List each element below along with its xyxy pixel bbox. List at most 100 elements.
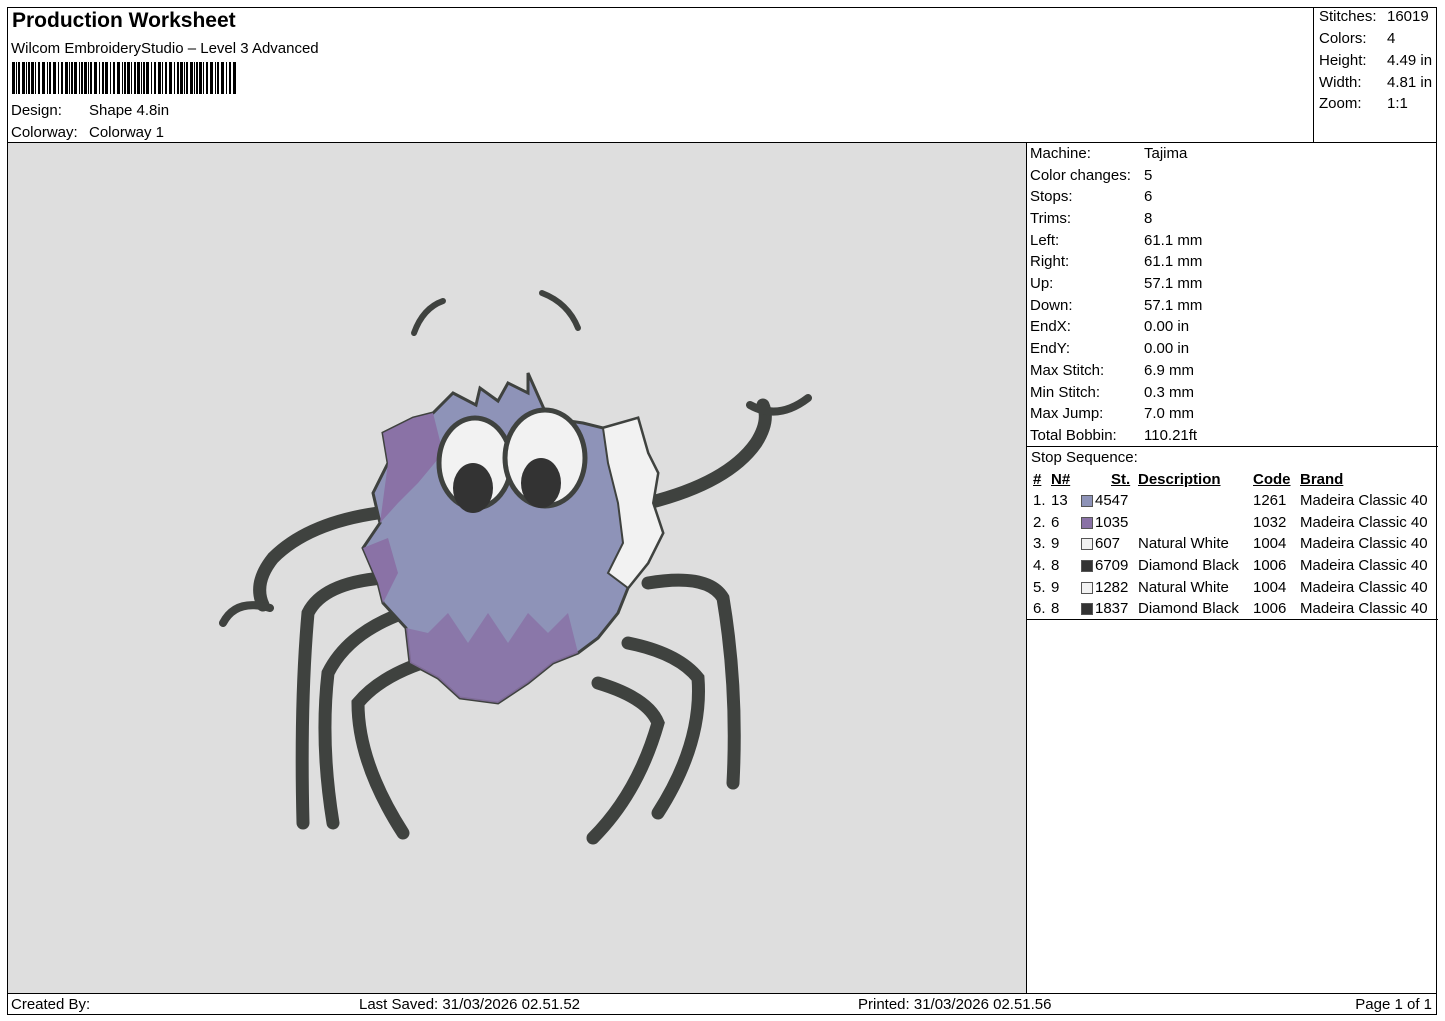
- page-number: Page 1 of 1: [1355, 996, 1432, 1013]
- design-row: Design: Shape 4.8in: [11, 102, 169, 119]
- software-name: Wilcom EmbroideryStudio – Level 3 Advanc…: [11, 40, 319, 57]
- printed-date: Printed: 31/03/2026 02.51.56: [858, 996, 1052, 1013]
- stat-stitches: Stitches: 16019: [1319, 8, 1429, 25]
- barcode-bar: [58, 62, 59, 94]
- barcode-bar: [229, 62, 231, 94]
- stop-sequence-title: Stop Sequence:: [1031, 449, 1138, 466]
- needle-number: 8: [1051, 600, 1060, 617]
- barcode-bar: [74, 62, 77, 94]
- row-number: 6.: [1033, 600, 1046, 617]
- thread-brand: Madeira Classic 40: [1300, 557, 1428, 574]
- barcode-bar: [117, 62, 120, 94]
- color-swatch: [1081, 582, 1093, 594]
- barcode-bar: [199, 62, 202, 94]
- barcode-bar: [137, 62, 140, 94]
- barcode-bar: [124, 62, 126, 94]
- divider: [1027, 619, 1438, 620]
- info-max-stitch: Max Stitch: 6.9 mm: [1030, 362, 1195, 379]
- thread-code: 1006: [1253, 557, 1287, 574]
- barcode-bar: [165, 62, 167, 94]
- col-num: #: [1033, 471, 1042, 488]
- last-saved: Last Saved: 31/03/2026 02.51.52: [359, 996, 581, 1013]
- barcode-bar: [49, 62, 51, 94]
- barcode-bar: [84, 62, 87, 94]
- barcode-bar: [79, 62, 80, 94]
- info-total-bobbin: Total Bobbin: 110.21ft: [1030, 427, 1198, 444]
- thread-code: 1004: [1253, 579, 1287, 596]
- stitch-count: 1837: [1095, 600, 1129, 617]
- stat-zoom: Zoom: 1:1: [1319, 95, 1408, 112]
- barcode-bar: [69, 62, 70, 94]
- info-color-changes: Color changes: 5: [1030, 167, 1153, 184]
- design-value: Shape 4.8in: [89, 102, 170, 119]
- sequence-row: 1. 13 4547 1261 Madeira Classic 40: [1031, 492, 1436, 512]
- barcode-bar: [143, 62, 145, 94]
- worksheet-footer: Created By: Last Saved: 31/03/2026 02.51…: [8, 993, 1436, 1015]
- barcode-bar: [162, 62, 163, 94]
- barcode-bar: [169, 62, 172, 94]
- stitch-count: 1282: [1095, 579, 1129, 596]
- needle-number: 8: [1051, 557, 1060, 574]
- info-down: Down: 57.1 mm: [1030, 297, 1203, 314]
- barcode-bar: [141, 62, 142, 94]
- color-swatch: [1081, 560, 1093, 572]
- barcode-bar: [31, 62, 34, 94]
- row-number: 5.: [1033, 579, 1046, 596]
- barcode-bar: [233, 62, 236, 94]
- thread-code: 1261: [1253, 492, 1287, 509]
- thread-code: 1032: [1253, 514, 1287, 531]
- barcode-bar: [61, 62, 63, 94]
- info-trims: Trims: 8: [1030, 210, 1153, 227]
- stat-height: Height: 4.49 in: [1319, 52, 1433, 69]
- info-up: Up: 57.1 mm: [1030, 275, 1203, 292]
- color-swatch: [1081, 603, 1093, 615]
- barcode-bar: [203, 62, 204, 94]
- barcode-bar: [110, 62, 111, 94]
- info-endx: EndX: 0.00 in: [1030, 318, 1190, 335]
- barcode-bar: [102, 62, 104, 94]
- barcode-bar: [180, 62, 183, 94]
- row-number: 2.: [1033, 514, 1046, 531]
- design-preview: [8, 143, 1027, 993]
- col-description: Description: [1138, 471, 1221, 488]
- barcode-bar: [127, 62, 130, 94]
- barcode-bar: [221, 62, 224, 94]
- created-by: Created By:: [11, 996, 91, 1013]
- barcode-bar: [88, 62, 89, 94]
- sequence-row: 2. 6 1035 1032 Madeira Classic 40: [1031, 514, 1436, 534]
- needle-number: 13: [1051, 492, 1068, 509]
- barcode-bar: [134, 62, 136, 94]
- thread-description: Diamond Black: [1138, 557, 1239, 574]
- thread-description: Natural White: [1138, 579, 1229, 596]
- thread-brand: Madeira Classic 40: [1300, 579, 1428, 596]
- row-number: 4.: [1033, 557, 1046, 574]
- thread-code: 1004: [1253, 535, 1287, 552]
- thread-brand: Madeira Classic 40: [1300, 492, 1428, 509]
- barcode-bar: [47, 62, 48, 94]
- barcode-bar: [174, 62, 175, 94]
- thread-code: 1006: [1253, 600, 1287, 617]
- stat-width: Width: 4.81 in: [1319, 74, 1433, 91]
- thread-brand: Madeira Classic 40: [1300, 535, 1428, 552]
- barcode-bar: [26, 62, 27, 94]
- stat-colors: Colors: 4: [1319, 30, 1396, 47]
- barcode-bar: [217, 62, 219, 94]
- stitch-count: 6709: [1095, 557, 1129, 574]
- barcode-bar: [99, 62, 100, 94]
- color-swatch: [1081, 538, 1093, 550]
- sequence-table-header: # N# St. Description Code Brand: [1031, 471, 1436, 491]
- colorway-value: Colorway 1: [89, 124, 165, 141]
- worksheet-header: Production Worksheet Wilcom EmbroiderySt…: [8, 8, 1314, 143]
- sequence-row: 3. 9 607 Natural White 1004 Madeira Classic 4…: [1031, 535, 1436, 555]
- thread-brand: Madeira Classic 40: [1300, 600, 1428, 617]
- col-st: St.: [1111, 471, 1131, 488]
- barcode-bar: [94, 62, 97, 94]
- barcode-bar: [226, 62, 227, 94]
- info-machine: Machine: Tajima: [1030, 145, 1188, 162]
- barcode-bar: [122, 62, 123, 94]
- barcode-bar: [28, 62, 30, 94]
- sequence-row: 6. 8 1837 Diamond Black 1006 Madeira Classic …: [1031, 600, 1436, 620]
- stats-panel: Stitches: 16019 Colors: 4 Height: 4.49 in W…: [1314, 8, 1436, 143]
- sequence-row: 5. 9 1282 Natural White 1004 Madeira Classic …: [1031, 579, 1436, 599]
- row-number: 3.: [1033, 535, 1046, 552]
